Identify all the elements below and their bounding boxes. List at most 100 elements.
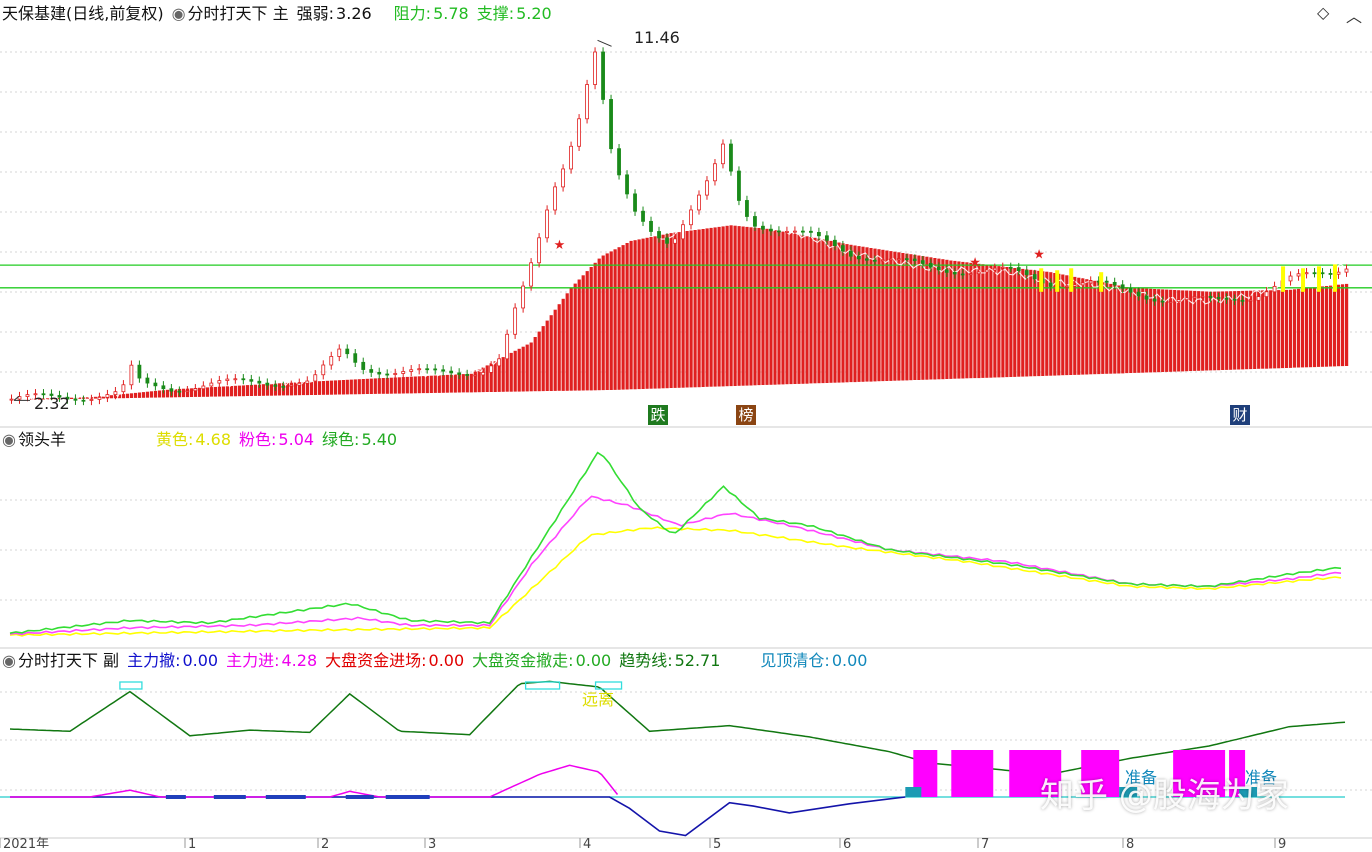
volume-bar <box>757 228 761 386</box>
green-value: 5.40 <box>361 430 398 449</box>
candle-body <box>1304 272 1309 275</box>
candle-body <box>673 238 677 244</box>
resistance-value: 5.78 <box>433 4 469 23</box>
main-price-panel: ★ ★ ★ <box>0 39 1372 406</box>
candle-body <box>1104 280 1109 283</box>
volume-bar <box>133 392 138 398</box>
candle-body <box>329 356 334 366</box>
candle-body <box>681 224 685 240</box>
volume-bar <box>725 225 729 387</box>
series-line-绿色 <box>9 451 1342 634</box>
candle-body <box>1328 273 1333 275</box>
volume-bar <box>425 375 429 394</box>
tag-fall[interactable]: 跌 <box>648 405 668 425</box>
candle-body <box>177 390 182 393</box>
candle-body <box>9 398 14 401</box>
candle-body <box>393 373 398 375</box>
candle-body <box>984 269 989 273</box>
volume-bar <box>657 235 661 389</box>
volume-bar <box>637 239 641 390</box>
candle-body <box>737 170 741 201</box>
sub-item-2-label: 大盘资金进场: <box>325 651 427 670</box>
tag-finance[interactable]: 财 <box>1230 405 1250 425</box>
volume-bar <box>1321 286 1325 367</box>
volume-bar <box>261 384 265 396</box>
chevron-up-icon[interactable]: ︿ <box>1346 3 1362 27</box>
candle-body <box>553 186 557 211</box>
candle-body <box>233 378 238 381</box>
candle-body <box>345 348 350 355</box>
volume-bar <box>493 361 497 392</box>
volume-bar <box>877 249 881 382</box>
candle-body <box>73 398 78 401</box>
exit-bar <box>265 795 306 799</box>
volume-bar <box>689 230 693 388</box>
x-tick-label: 5 <box>713 837 721 848</box>
x-tick-label: 9 <box>1278 837 1286 848</box>
candle-body <box>153 382 158 387</box>
volume-bar <box>681 231 685 388</box>
volume-bar <box>345 379 349 395</box>
volume-bar <box>533 337 537 392</box>
volume-bar <box>765 228 769 385</box>
candle-body <box>1008 266 1013 269</box>
volume-bar <box>581 275 585 391</box>
volume-bar <box>909 254 913 381</box>
volume-bar <box>229 386 233 397</box>
candle-body <box>816 231 821 237</box>
candle-body <box>81 399 86 402</box>
candle-body <box>1160 300 1165 303</box>
candle-body <box>1000 266 1005 269</box>
candle-body <box>1248 299 1253 302</box>
volume-bar <box>661 234 665 389</box>
volume-bar <box>1081 278 1085 375</box>
candle-body <box>169 388 174 392</box>
volume-bar <box>1213 291 1217 371</box>
volume-bar <box>1101 282 1105 374</box>
candle-body <box>944 269 949 273</box>
volume-bar <box>545 320 549 391</box>
collapse-icon[interactable]: ◉ <box>2 651 16 670</box>
main-indicator-name: 分时打天下 主 <box>187 4 289 23</box>
candle-body <box>617 148 621 176</box>
volume-bar <box>1197 291 1201 371</box>
volume-bar <box>965 262 969 379</box>
volume-bar <box>933 258 937 380</box>
volume-bar <box>1261 290 1265 369</box>
candle-body <box>793 230 797 233</box>
x-tick-label: 1 <box>188 837 196 848</box>
candle-body <box>425 368 430 371</box>
candle-body <box>928 263 933 268</box>
candle-body <box>753 216 757 227</box>
volume-bar <box>249 384 253 396</box>
volume-bar <box>445 374 449 393</box>
volume-bar <box>829 240 833 383</box>
volume-bar <box>1217 291 1221 371</box>
candle-body <box>633 193 637 212</box>
candle-body <box>1296 273 1301 277</box>
watermark: 知乎 @股海为家 <box>1040 776 1289 816</box>
main-force-block <box>951 750 994 797</box>
volume-bar <box>417 376 421 394</box>
candle-body <box>1152 298 1157 302</box>
candle-body <box>409 369 414 372</box>
volume-bar <box>913 254 917 380</box>
strength-value: 3.26 <box>336 4 372 23</box>
volume-bar <box>865 247 869 382</box>
x-tick-label: 2 <box>321 837 329 848</box>
exit-bar <box>385 795 430 799</box>
volume-bar <box>605 253 609 390</box>
exit-bar <box>345 795 374 799</box>
collapse-icon[interactable]: ◉ <box>172 4 186 23</box>
x-tick-label: 2021年 <box>3 837 49 848</box>
volume-bar <box>917 255 921 380</box>
volume-bar <box>521 346 525 392</box>
tag-list[interactable]: 榜 <box>736 405 756 425</box>
volume-bar <box>1085 279 1089 375</box>
volume-bar <box>1093 280 1097 375</box>
volume-bar <box>577 279 581 391</box>
collapse-icon[interactable]: ◉ <box>2 430 16 449</box>
volume-bar <box>157 390 162 398</box>
diamond-icon[interactable]: ◇ <box>1317 3 1329 22</box>
volume-bar <box>337 380 341 395</box>
